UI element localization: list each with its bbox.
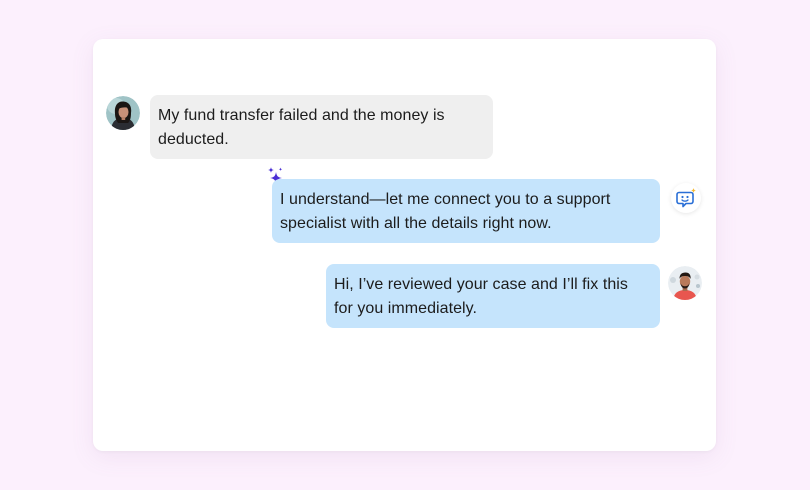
man-avatar-icon [668,266,702,300]
assistant-message: I understand—let me connect you to a sup… [272,179,660,243]
assistant-message-text: I understand—let me connect you to a sup… [280,191,611,232]
bot-avatar [671,183,701,213]
woman-avatar-icon [106,96,140,130]
agent-message: Hi, I’ve reviewed your case and I’ll fix… [326,264,660,328]
customer-message-text: My fund transfer failed and the money is… [158,107,445,148]
chatbot-icon [676,188,696,208]
customer-message: My fund transfer failed and the money is… [150,95,493,159]
customer-avatar [106,96,140,130]
agent-message-text: Hi, I’ve reviewed your case and I’ll fix… [334,276,628,317]
agent-avatar [668,266,702,300]
